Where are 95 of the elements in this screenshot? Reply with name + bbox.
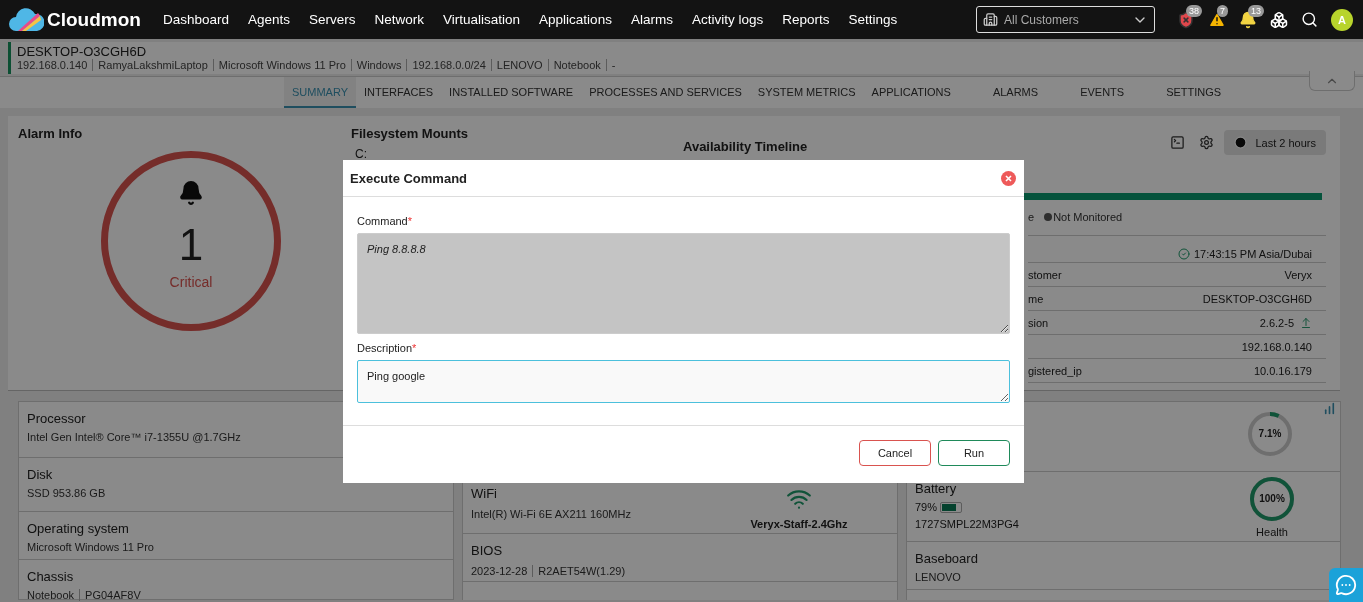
nav-link[interactable]: Virtualisation [443,12,521,27]
nav-link[interactable]: Servers [309,12,356,27]
row-title: Chassis [27,569,75,584]
clock-icon [1234,136,1248,149]
customer-select[interactable]: All Customers [976,6,1155,33]
host-detail: Microsoft Windows 11 Pro [212,59,351,71]
section-title: Availability Timeline [683,139,809,154]
row-value: LENOVO [915,571,962,583]
info-label: gistered_ip [1028,364,1082,377]
nav-link[interactable]: Agents [248,12,290,27]
row-title: Battery [915,481,958,496]
cubes-icon[interactable] [1270,10,1288,29]
tab[interactable]: EVENTS [1072,77,1133,108]
bar-chart-icon[interactable] [1323,402,1336,415]
host-detail: LENOVO [490,59,548,71]
bell-icon [178,180,204,206]
field-label: Description* [357,342,418,354]
row-value: PG04AF8V [79,589,146,601]
info-label: sion [1028,316,1049,329]
dialog-title: Execute Command [350,170,468,186]
host-detail: Windows [350,59,407,71]
host-name: DESKTOP-O3CGH6D [17,44,148,59]
legend-label: e [1028,211,1035,223]
building-icon [983,12,998,27]
brand-name: Cloudmon [47,8,141,31]
cancel-button[interactable]: Cancel [859,440,931,466]
host-detail: - [605,59,621,71]
tab[interactable]: APPLICATIONS [863,77,959,108]
battery-serial: 1727SMPL22M3PG4 [915,518,1019,530]
legend-label: Not Monitored [1053,211,1123,223]
host-detail: Notebook [547,59,606,71]
count-badge: 7 [1217,4,1228,17]
info-value: 10.0.16.179 [1253,364,1312,377]
row-title: Processor [27,411,87,426]
row-title: Disk [27,467,54,482]
nav-link[interactable]: Alarms [630,12,673,27]
tab[interactable]: INTERFACES [356,77,442,108]
nav-link[interactable]: Dashboard [162,12,229,27]
network-name: Veryx-Staff-2.4Ghz [750,518,848,530]
row-title: BIOS [471,543,504,558]
tab[interactable]: PROCESSES AND SERVICES [581,77,750,108]
count-badge: 38 [1186,4,1202,17]
description-field[interactable]: Ping google [357,360,1010,403]
chat-button[interactable] [1329,568,1363,602]
tab[interactable]: INSTALLED SOFTWARE [441,77,582,108]
tab[interactable]: ALARMS [984,77,1047,108]
terminal-icon[interactable] [1170,135,1186,150]
search-icon[interactable] [1301,11,1318,28]
section-title: Alarm Info [18,126,84,141]
row-title: Operating system [27,521,130,536]
gauge-ring [1249,476,1295,522]
check-icon [1177,247,1190,260]
settings-icon[interactable] [1199,135,1215,150]
field-label: Command* [357,215,414,227]
tab[interactable]: SETTINGS [1158,77,1230,108]
battery-reading: 79% [915,501,938,513]
run-button[interactable]: Run [938,440,1010,466]
info-value: DESKTOP-O3CGH6D [1202,292,1312,305]
row-value: Intel(R) Wi-Fi 6E AX211 160MHz [471,508,632,520]
nav-link[interactable]: Applications [539,12,612,27]
close-icon[interactable] [1001,170,1016,186]
info-value: 192.168.0.140 [1241,340,1312,353]
row-value: Intel Gen Intel® Core™ i7-1355U @1.7GHz [27,431,242,443]
host-detail: RamyaLakshmiLaptop [92,59,213,71]
mount-name: C: [355,147,368,161]
nav-link[interactable]: Reports [782,12,830,27]
nav-link[interactable]: Settings [848,12,898,27]
health-label: Health [1256,526,1288,538]
gauge-reading: 100% [1259,494,1285,504]
count-badge: 13 [1248,4,1264,17]
time-range-button[interactable]: Last 2 hours [1224,130,1326,155]
severity-label: Critical [169,274,213,290]
timestamp: 17:43:15 PM Asia/Dubai [1193,247,1312,260]
section-title: Filesystem Mounts [351,126,470,141]
cloud-logo-icon [8,6,44,33]
row-value: R2AET54W(1.29) [532,565,631,577]
gauge-reading: 7.1% [1258,429,1282,439]
row-value: Notebook [27,589,76,601]
nav-link[interactable]: Activity logs [691,12,764,27]
alarm-count: 1 [178,220,204,270]
host-detail: 192.168.0.0/24 [406,59,491,71]
row-title: WiFi [471,486,498,501]
nav-link[interactable]: Network [374,12,425,27]
info-label: me [1028,292,1044,305]
gauge-ring [1247,411,1293,457]
row-value: Microsoft Windows 11 Pro [27,541,155,553]
host-detail: 192.168.0.140 [17,59,89,71]
row-value: SSD 953.86 GB [27,487,107,499]
info-value: Veryx [1284,268,1312,281]
row-value: 2023-12-28 [471,565,529,577]
tab[interactable]: SYSTEM METRICS [749,77,864,108]
info-label: stomer [1028,268,1062,281]
upgrade-icon[interactable] [1300,316,1312,329]
info-value: 2.6.2-5 [1259,316,1294,329]
row-title: Baseboard [915,551,979,566]
